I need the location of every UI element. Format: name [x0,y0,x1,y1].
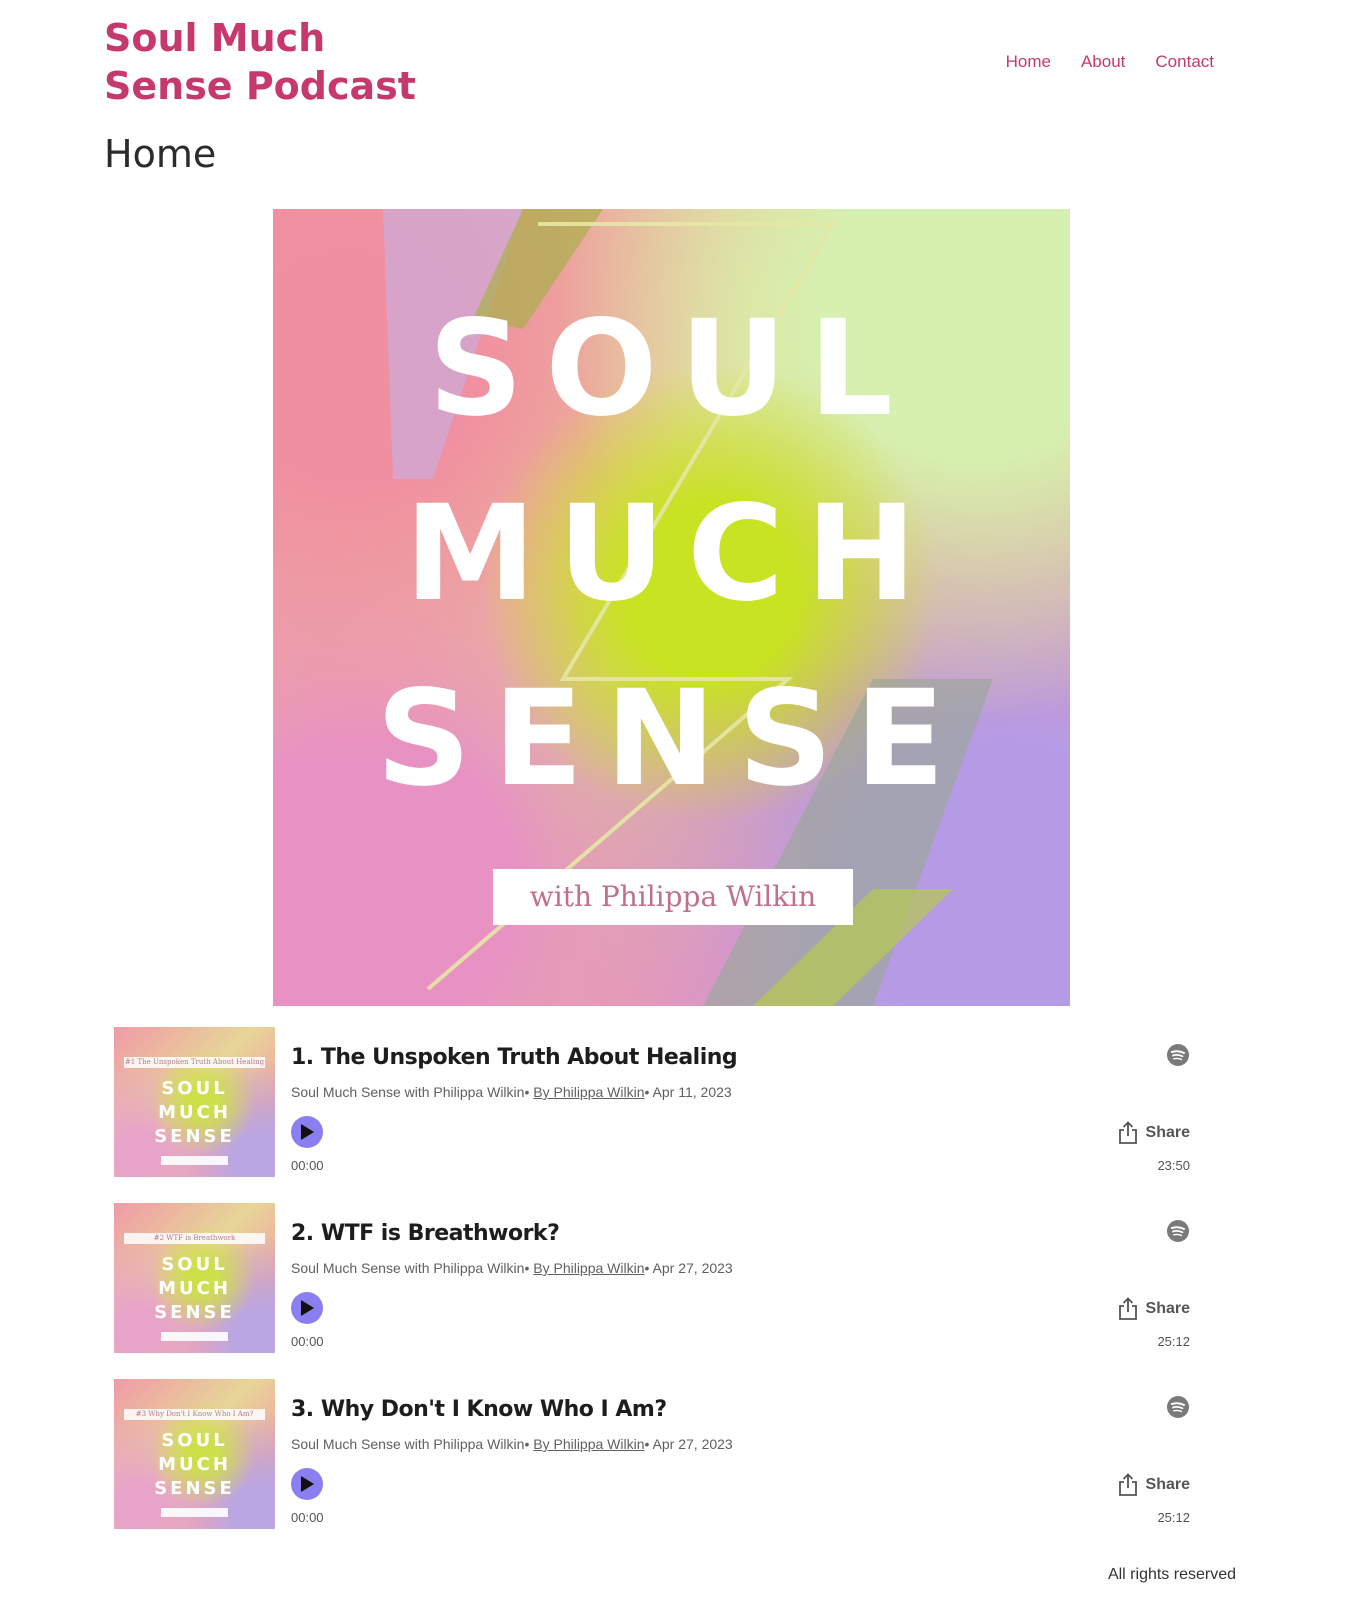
share-icon [1118,1297,1137,1320]
share-button[interactable]: Share [1118,1297,1190,1321]
cover-word-much: MUCH [404,477,939,631]
show-name: Soul Much Sense with Philippa Wilkin [291,1260,525,1276]
footer-copyright: All rights reserved [1107,1566,1236,1583]
elapsed-time: 00:00 [291,1510,324,1525]
nav-home[interactable]: Home [1006,52,1051,72]
share-label: Share [1145,1300,1190,1317]
thumbnail-word: SENSE [154,1478,235,1499]
thumbnail-footer-strip [161,1508,228,1517]
share-button[interactable]: Share [1118,1121,1190,1145]
thumbnail-caption: #2 WTF is Breathwork [124,1233,265,1244]
episode-date: Apr 27, 2023 [652,1436,733,1452]
meta-separator: • [524,1260,530,1276]
author-link[interactable]: By Philippa Wilkin [533,1260,644,1276]
meta-separator: • [524,1436,530,1452]
show-name: Soul Much Sense with Philippa Wilkin [291,1084,525,1100]
cover-subtitle: with Philippa Wilkin [493,869,853,925]
play-button[interactable] [291,1468,323,1500]
play-button[interactable] [291,1116,323,1148]
spotify-icon[interactable] [1166,1395,1190,1419]
main-nav: Home About Contact [1006,52,1214,72]
episode-item: #2 WTF is Breathwork SOUL MUCH SENSE 2. … [114,1203,1216,1379]
thumbnail-word: SOUL [161,1430,228,1451]
thumbnail-word: SENSE [154,1126,235,1147]
meta-separator: • [644,1084,650,1100]
podcast-cover-art: SOUL MUCH SENSE with Philippa Wilkin [273,209,1070,1006]
episode-list: #1 The Unspoken Truth About Healing SOUL… [114,1027,1216,1555]
episode-thumbnail: #3 Why Don't I Know Who I Am? SOUL MUCH … [114,1379,275,1529]
share-label: Share [1145,1476,1190,1493]
elapsed-time: 00:00 [291,1158,324,1173]
thumbnail-word: MUCH [158,1102,231,1123]
episode-meta: Soul Much Sense with Philippa Wilkin• By… [291,1436,733,1452]
episode-meta: Soul Much Sense with Philippa Wilkin• By… [291,1260,733,1276]
episode-duration: 25:12 [1157,1510,1190,1525]
episode-date: Apr 27, 2023 [652,1260,733,1276]
thumbnail-word: MUCH [158,1454,231,1475]
site-title[interactable]: Soul Much Sense Podcast [104,14,464,110]
episode-thumbnail: #2 WTF is Breathwork SOUL MUCH SENSE [114,1203,275,1353]
meta-separator: • [524,1084,530,1100]
episode-duration: 23:50 [1157,1158,1190,1173]
episode-title[interactable]: 2. WTF is Breathwork? [291,1221,560,1246]
play-icon [301,1300,314,1316]
thumbnail-caption: #3 Why Don't I Know Who I Am? [124,1409,265,1420]
author-link[interactable]: By Philippa Wilkin [533,1436,644,1452]
show-name: Soul Much Sense with Philippa Wilkin [291,1436,525,1452]
play-icon [301,1124,314,1140]
page-title: Home [104,132,217,176]
episode-item: #3 Why Don't I Know Who I Am? SOUL MUCH … [114,1379,1216,1555]
cover-word-soul: SOUL [428,292,915,446]
meta-separator: • [644,1436,650,1452]
share-icon [1118,1121,1137,1144]
episode-duration: 25:12 [1157,1334,1190,1349]
thumbnail-word: SOUL [161,1254,228,1275]
thumbnail-word: SENSE [154,1302,235,1323]
thumbnail-word: MUCH [158,1278,231,1299]
cover-word-sense: SENSE [376,662,967,816]
thumbnail-caption: #1 The Unspoken Truth About Healing [124,1057,265,1068]
episode-item: #1 The Unspoken Truth About Healing SOUL… [114,1027,1216,1203]
nav-about[interactable]: About [1081,52,1125,72]
play-button[interactable] [291,1292,323,1324]
spotify-icon[interactable] [1166,1219,1190,1243]
share-label: Share [1145,1124,1190,1141]
thumbnail-footer-strip [161,1332,228,1341]
episode-title[interactable]: 1. The Unspoken Truth About Healing [291,1045,738,1070]
share-icon [1118,1473,1137,1496]
episode-meta: Soul Much Sense with Philippa Wilkin• By… [291,1084,732,1100]
nav-contact[interactable]: Contact [1155,52,1214,72]
thumbnail-word: SOUL [161,1078,228,1099]
episode-date: Apr 11, 2023 [652,1084,732,1100]
spotify-icon[interactable] [1166,1043,1190,1067]
author-link[interactable]: By Philippa Wilkin [533,1084,644,1100]
episode-thumbnail: #1 The Unspoken Truth About Healing SOUL… [114,1027,275,1177]
episode-title[interactable]: 3. Why Don't I Know Who I Am? [291,1397,667,1422]
meta-separator: • [644,1260,650,1276]
thumbnail-footer-strip [161,1156,228,1165]
share-button[interactable]: Share [1118,1473,1190,1497]
play-icon [301,1476,314,1492]
elapsed-time: 00:00 [291,1334,324,1349]
